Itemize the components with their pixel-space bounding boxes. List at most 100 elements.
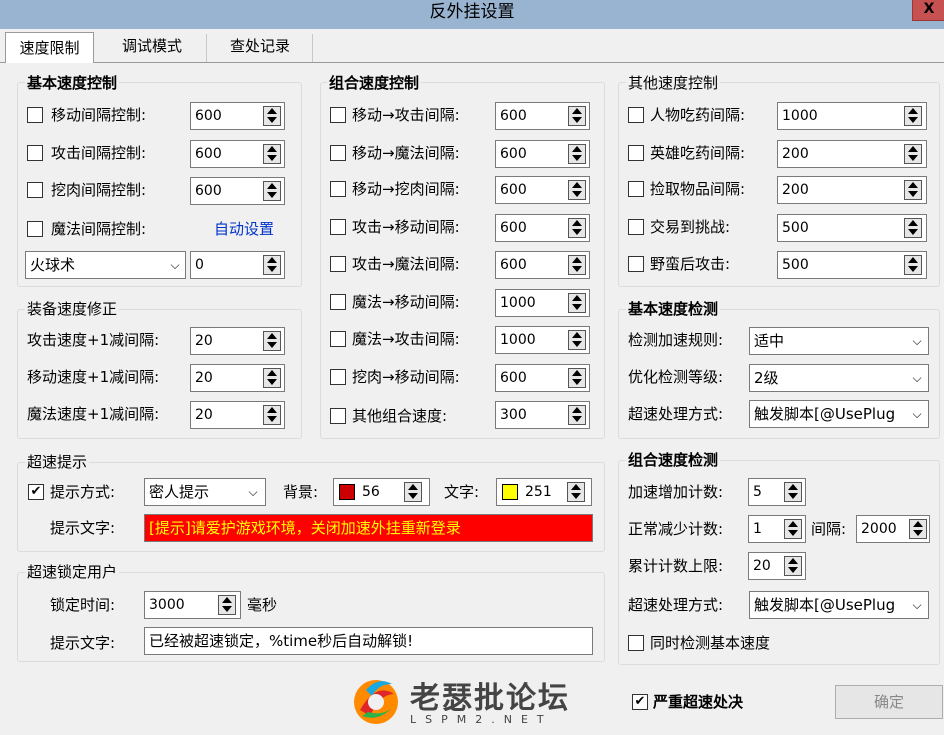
other-checkbox[interactable] [628,219,644,235]
interval-spinner[interactable]: 2000 [856,515,930,543]
spinner-arrows-icon[interactable] [904,144,922,164]
tab-speed-limit[interactable]: 速度限制 [5,32,94,63]
move-speed-spinner[interactable]: 20 [190,364,285,392]
strict-checkbox[interactable]: ✔ [632,694,648,710]
close-button[interactable]: X [912,0,944,21]
dig-interval-spinner[interactable]: 600 [190,177,285,205]
combo-checkbox[interactable] [330,331,346,347]
tip-method-checkbox[interactable]: ✔ [28,484,44,500]
lock-time-label: 锁定时间: [50,596,116,614]
other-spinner[interactable]: 500 [777,214,927,242]
spinner-arrows-icon[interactable] [567,482,585,502]
other-spinner[interactable]: 1000 [777,102,927,130]
spinner-arrows-icon[interactable] [568,106,586,126]
combo-spinner[interactable]: 600 [495,102,590,130]
other-spinner[interactable]: 200 [777,176,927,204]
combo-checkbox[interactable] [330,107,346,123]
magic-interval-checkbox[interactable] [27,221,43,237]
combo-spinner[interactable]: 300 [495,401,590,429]
tip-method-select[interactable]: 密人提示 ⌵ [144,478,266,506]
spinner-arrows-icon[interactable] [263,255,281,275]
sync-detect-checkbox[interactable] [628,635,644,651]
combo-handle-select[interactable]: 触发脚本[@UsePlug ⌵ [749,591,929,619]
combo-spinner[interactable]: 1000 [495,326,590,354]
spinner-arrows-icon[interactable] [568,405,586,425]
spinner-arrows-icon[interactable] [404,482,422,502]
combo-spinner[interactable]: 600 [495,364,590,392]
move-interval-spinner[interactable]: 600 [190,102,285,130]
ok-button[interactable]: 确定 [835,685,943,719]
combo-checkbox[interactable] [330,408,346,424]
spinner-arrows-icon[interactable] [263,181,281,201]
detect-rule-select[interactable]: 适中 ⌵ [749,327,929,355]
spinner-arrows-icon[interactable] [263,106,281,126]
bg-color-spinner[interactable]: 56 [333,478,430,506]
lock-time-spinner[interactable]: 3000 [144,591,241,619]
other-checkbox[interactable] [628,145,644,161]
spinner-arrows-icon[interactable] [904,218,922,238]
spinner-value: 2000 [861,521,897,537]
spinner-arrows-icon[interactable] [568,144,586,164]
other-checkbox[interactable] [628,107,644,123]
spinner-arrows-icon[interactable] [784,482,802,502]
add-count-spinner[interactable]: 5 [748,478,806,506]
tab-debug-mode[interactable]: 调试模式 [104,31,200,61]
detect-level-select[interactable]: 2级 ⌵ [749,364,929,392]
combo-checkbox[interactable] [330,145,346,161]
combo-handle-label: 超速处理方式: [628,596,724,614]
spinner-value: 600 [500,370,527,386]
select-value: 适中 [754,332,785,350]
dig-interval-checkbox[interactable] [27,182,43,198]
spinner-arrows-icon[interactable] [568,368,586,388]
spinner-value: 251 [525,484,552,500]
spinner-arrows-icon[interactable] [784,519,802,539]
sync-detect-label: 同时检测基本速度 [650,634,771,652]
spinner-arrows-icon[interactable] [568,180,586,200]
tab-records[interactable]: 查处记录 [212,31,308,61]
spinner-arrows-icon[interactable] [568,218,586,238]
move-interval-checkbox[interactable] [27,107,43,123]
spell-select[interactable]: 火球术 ⌵ [25,251,186,279]
spinner-arrows-icon[interactable] [904,255,922,275]
combo-spinner[interactable]: 600 [495,214,590,242]
combo-checkbox[interactable] [330,219,346,235]
fg-color-spinner[interactable]: 251 [496,478,592,506]
magic-speed-spinner[interactable]: 20 [190,401,285,429]
spell-interval-spinner[interactable]: 0 [190,251,285,279]
attack-speed-spinner[interactable]: 20 [190,327,285,355]
attack-interval-checkbox[interactable] [27,145,43,161]
tip-text-input[interactable]: [提示]请爱护游戏环境，关闭加速外挂重新登录 [144,514,593,542]
spinner-arrows-icon[interactable] [904,180,922,200]
other-checkbox[interactable] [628,256,644,272]
combo-spinner[interactable]: 600 [495,251,590,279]
spinner-arrows-icon[interactable] [263,331,281,351]
spinner-arrows-icon[interactable] [568,293,586,313]
speed-handle-select[interactable]: 触发脚本[@UsePlug ⌵ [749,400,929,428]
combo-spinner[interactable]: 600 [495,176,590,204]
dec-count-spinner[interactable]: 1 [748,515,806,543]
spinner-arrows-icon[interactable] [904,106,922,126]
spinner-arrows-icon[interactable] [568,330,586,350]
spinner-arrows-icon[interactable] [909,519,927,539]
combo-speed-title: 组合速度控制 [327,73,422,93]
limit-spinner[interactable]: 20 [748,552,806,580]
spinner-arrows-icon[interactable] [568,255,586,275]
combo-spinner[interactable]: 600 [495,140,590,168]
auto-set-link[interactable]: 自动设置 [214,218,274,240]
other-spinner[interactable]: 500 [777,251,927,279]
spinner-value: 20 [195,333,213,349]
spinner-arrows-icon[interactable] [218,595,236,615]
spinner-arrows-icon[interactable] [263,368,281,388]
lock-text-input[interactable]: 已经被超速锁定，%time秒后自动解锁! [144,627,593,655]
combo-checkbox[interactable] [330,256,346,272]
combo-checkbox[interactable] [330,181,346,197]
spinner-arrows-icon[interactable] [263,144,281,164]
spinner-arrows-icon[interactable] [263,405,281,425]
combo-checkbox[interactable] [330,369,346,385]
other-checkbox[interactable] [628,181,644,197]
combo-checkbox[interactable] [330,294,346,310]
other-spinner[interactable]: 200 [777,140,927,168]
attack-interval-spinner[interactable]: 600 [190,140,285,168]
spinner-arrows-icon[interactable] [784,556,802,576]
combo-spinner[interactable]: 1000 [495,289,590,317]
